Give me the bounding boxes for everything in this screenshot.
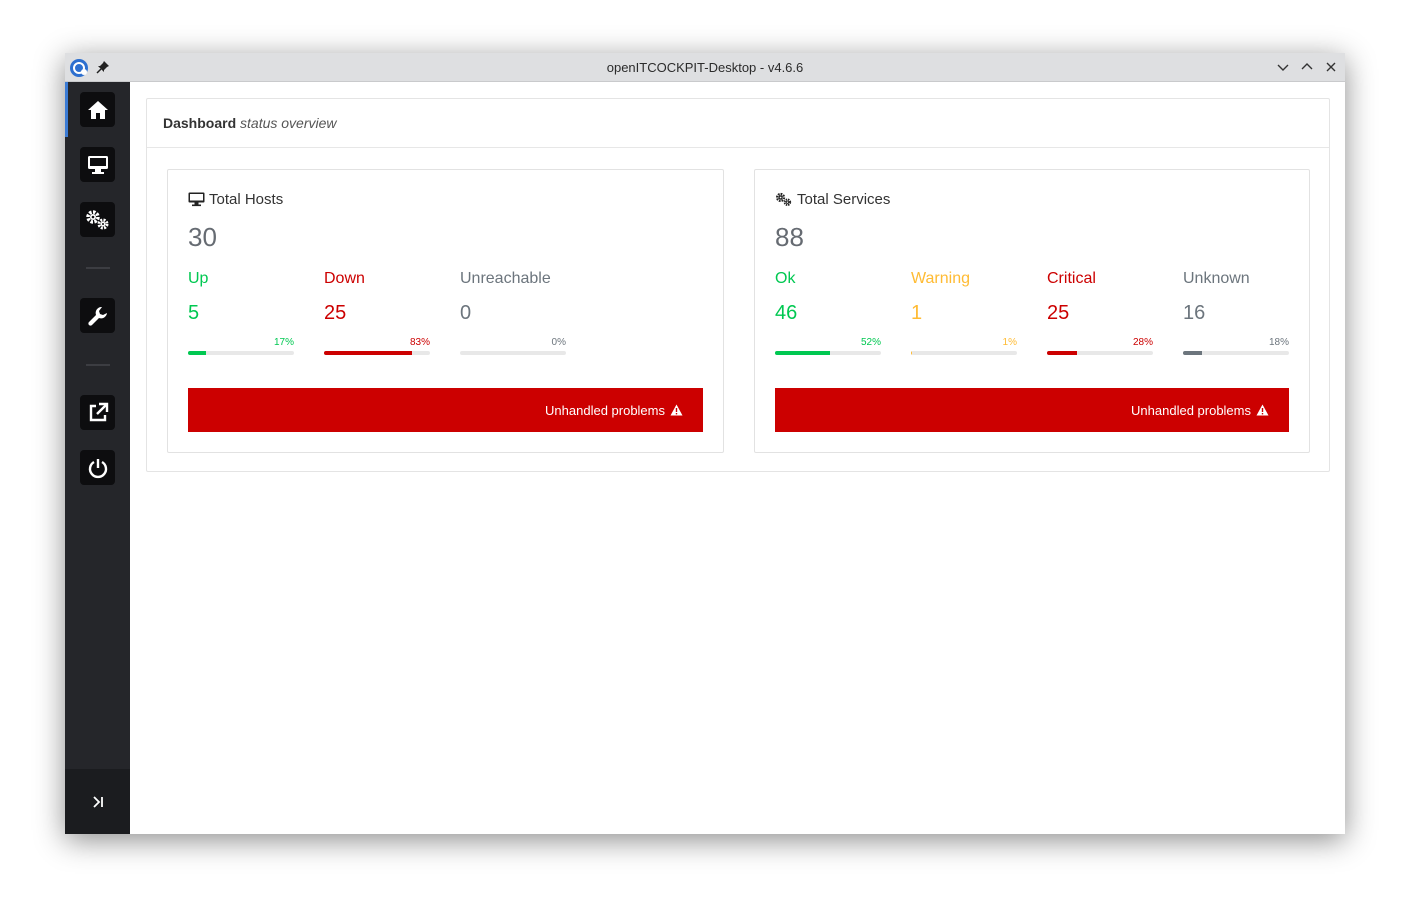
services-total: 88 <box>775 222 804 252</box>
button-label: Unhandled problems <box>1131 402 1251 418</box>
stat-percent: 17% <box>273 337 294 348</box>
stat-percent: 83% <box>409 337 430 348</box>
stat-progress-fill <box>1047 351 1077 355</box>
hosts-stat-down[interactable]: Down 25 83% <box>324 270 430 355</box>
stat-progress-bar <box>324 351 430 355</box>
sidebar-collapse-button[interactable] <box>65 769 130 834</box>
page-subtitle: status overview <box>240 115 337 131</box>
stat-label: Unknown <box>1183 270 1250 287</box>
services-stat-unknown[interactable]: Unknown 16 18% <box>1183 270 1289 355</box>
stat-count: 1 <box>911 302 923 324</box>
maximize-icon[interactable] <box>1300 60 1314 74</box>
sidebar <box>65 82 130 834</box>
window-title: openITCOCKPIT-Desktop - v4.6.6 <box>606 60 804 75</box>
sidebar-item-power[interactable] <box>80 450 115 485</box>
sidebar-item-home[interactable] <box>80 92 115 127</box>
power-icon <box>88 458 107 478</box>
stat-count: 0 <box>460 302 472 324</box>
stat-progress-fill <box>1183 351 1203 355</box>
stat-label: Unreachable <box>460 270 551 287</box>
desktop-icon <box>87 155 108 174</box>
services-stat-critical[interactable]: Critical 25 28% <box>1047 270 1153 355</box>
stat-progress-bar <box>775 351 881 355</box>
stat-progress-bar <box>460 351 566 355</box>
sidebar-item-settings[interactable] <box>80 298 115 333</box>
stat-label: Up <box>188 270 209 287</box>
warning-icon <box>670 404 683 416</box>
panel-header: Dashboard status overview <box>147 99 1329 148</box>
stat-progress-fill <box>324 351 412 355</box>
sidebar-divider <box>86 364 110 366</box>
stat-percent: 52% <box>860 337 881 348</box>
wrench-icon <box>87 306 107 326</box>
warning-icon <box>1256 404 1269 416</box>
stat-percent: 1% <box>1002 337 1017 348</box>
services-stat-warning[interactable]: Warning 1 1% <box>911 270 1017 355</box>
app-window: openITCOCKPIT-Desktop - v4.6.6 Dashboard… <box>65 53 1345 834</box>
stat-count: 16 <box>1183 302 1206 324</box>
main-content: Dashboard status overview Total Hosts 30 <box>130 82 1345 834</box>
stat-progress-fill <box>775 351 831 355</box>
hosts-title-text: Total Hosts <box>209 190 284 208</box>
stat-progress-bar <box>911 351 1017 355</box>
stat-count: 25 <box>324 302 347 324</box>
title-bar: openITCOCKPIT-Desktop - v4.6.6 <box>65 53 1345 82</box>
hosts-stat-unreachable[interactable]: Unreachable 0 0% <box>460 270 566 355</box>
stat-count: 46 <box>775 302 798 324</box>
stat-count: 25 <box>1047 302 1070 324</box>
stat-label: Warning <box>911 270 970 287</box>
stat-progress-bar <box>1047 351 1153 355</box>
services-title-text: Total Services <box>797 190 891 208</box>
stat-progress-bar <box>1183 351 1289 355</box>
sidebar-divider <box>86 267 110 269</box>
stat-label: Ok <box>775 270 796 287</box>
button-label: Unhandled problems <box>545 402 665 418</box>
external-link-icon <box>89 402 108 421</box>
hosts-stat-up[interactable]: Up 5 17% <box>188 270 294 355</box>
stat-percent: 28% <box>1132 337 1153 348</box>
minimize-icon[interactable] <box>1276 60 1290 74</box>
services-card-title: Total Services <box>775 190 890 208</box>
services-unhandled-problems-button[interactable]: Unhandled problems <box>775 388 1289 432</box>
stat-count: 5 <box>188 302 200 324</box>
stat-progress-bar <box>188 351 294 355</box>
sidebar-item-hosts[interactable] <box>80 147 115 182</box>
active-indicator <box>65 82 68 137</box>
cogs-icon <box>85 209 108 229</box>
desktop-icon <box>188 192 205 206</box>
hosts-card: Total Hosts 30 Up 5 17% Down 25 83% Unre… <box>167 169 724 453</box>
sidebar-item-open-external[interactable] <box>80 395 115 430</box>
services-card: Total Services 88 Ok 46 52% Warning 1 1%… <box>754 169 1310 453</box>
stat-progress-fill <box>188 351 207 355</box>
home-icon <box>87 100 108 119</box>
hosts-total: 30 <box>188 222 217 252</box>
cogs-icon <box>775 192 792 206</box>
stat-percent: 18% <box>1268 337 1289 348</box>
sidebar-item-services[interactable] <box>80 202 115 237</box>
hosts-card-title: Total Hosts <box>188 190 283 208</box>
dashboard-panel: Dashboard status overview Total Hosts 30 <box>146 98 1330 472</box>
collapse-icon <box>92 795 103 808</box>
stat-label: Down <box>324 270 365 287</box>
stat-label: Critical <box>1047 270 1096 287</box>
stat-percent: 0% <box>551 337 566 348</box>
hosts-unhandled-problems-button[interactable]: Unhandled problems <box>188 388 703 432</box>
page-title: Dashboard <box>163 115 237 131</box>
stat-progress-fill <box>911 351 913 355</box>
services-stat-ok[interactable]: Ok 46 52% <box>775 270 881 355</box>
close-icon[interactable] <box>1324 60 1338 74</box>
